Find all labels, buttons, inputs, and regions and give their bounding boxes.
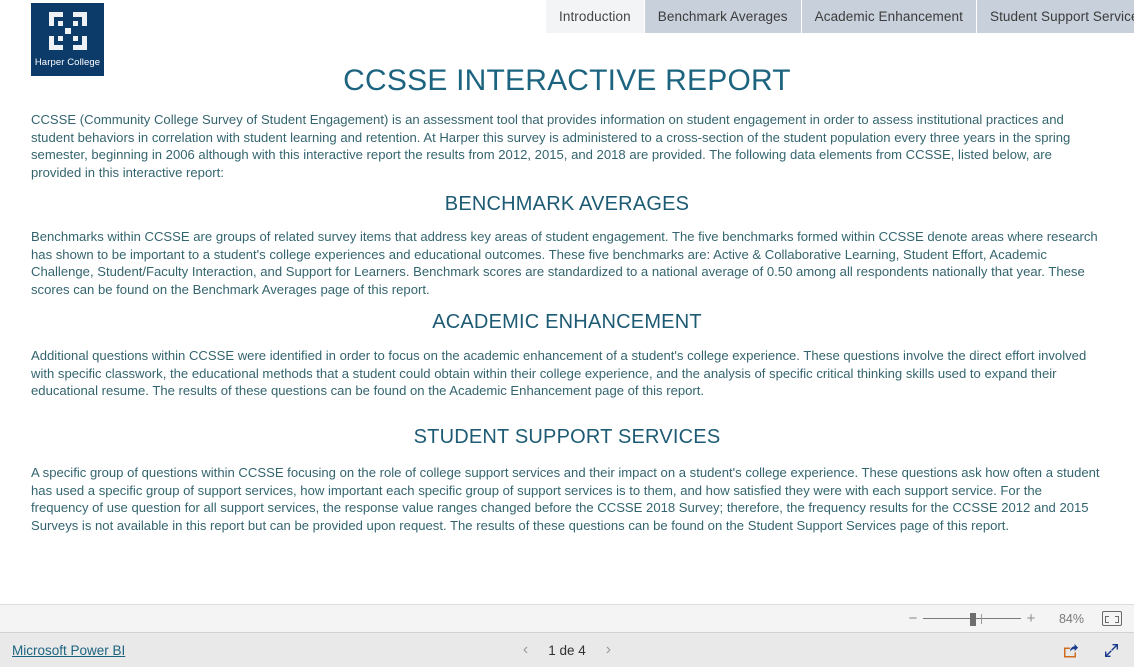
page-indicator-label: 1 de 4: [548, 642, 586, 658]
page-title: CCSSE INTERACTIVE REPORT: [343, 64, 791, 97]
page-navigation: ‹ 1 de 4 ›: [0, 642, 1134, 658]
share-icon[interactable]: [1062, 642, 1079, 659]
zoom-slider-tick: [981, 613, 982, 624]
tab-benchmark-averages[interactable]: Benchmark Averages: [644, 0, 802, 33]
tab-introduction[interactable]: Introduction: [546, 0, 645, 33]
zoom-in-button[interactable]: +: [1024, 611, 1038, 626]
section-paragraph-academic-enhancement: Additional questions within CCSSE were i…: [31, 348, 1087, 399]
zoom-toolbar: − + 84%: [0, 604, 1134, 633]
zoom-percent-label: 84%: [1058, 611, 1084, 626]
section-heading-student-support-services: STUDENT SUPPORT SERVICES: [413, 426, 721, 448]
intro-paragraph: CCSSE (Community College Survey of Stude…: [31, 112, 1071, 180]
harper-blocks-icon: [48, 12, 87, 50]
next-page-icon[interactable]: ›: [606, 642, 611, 658]
fullscreen-icon[interactable]: [1103, 642, 1120, 659]
section-paragraph-student-support-services: A specific group of questions within CCS…: [31, 465, 1100, 533]
zoom-slider-thumb[interactable]: [970, 612, 976, 626]
zoom-out-button[interactable]: −: [906, 611, 920, 626]
fit-to-page-icon[interactable]: [1102, 611, 1122, 626]
report-footer: Microsoft Power BI ‹ 1 de 4 ›: [0, 633, 1134, 667]
footer-actions: [1062, 642, 1120, 659]
power-bi-report-viewer: Harper College CCSSE INTERACTIVE REPORT …: [0, 0, 1134, 667]
report-page-tabs: Introduction Benchmark Averages Academic…: [546, 0, 1134, 33]
tab-academic-enhancement[interactable]: Academic Enhancement: [801, 0, 977, 33]
zoom-slider[interactable]: [923, 612, 1021, 626]
previous-page-icon[interactable]: ‹: [523, 642, 528, 658]
microsoft-power-bi-link[interactable]: Microsoft Power BI: [12, 643, 125, 658]
report-canvas: Harper College CCSSE INTERACTIVE REPORT …: [0, 0, 1134, 604]
section-paragraph-benchmark-averages: Benchmarks within CCSSE are groups of re…: [31, 229, 1098, 297]
tab-student-support-services[interactable]: Student Support Services: [976, 0, 1134, 33]
section-heading-academic-enhancement: ACADEMIC ENHANCEMENT: [432, 311, 702, 333]
section-heading-benchmark-averages: BENCHMARK AVERAGES: [444, 193, 690, 215]
